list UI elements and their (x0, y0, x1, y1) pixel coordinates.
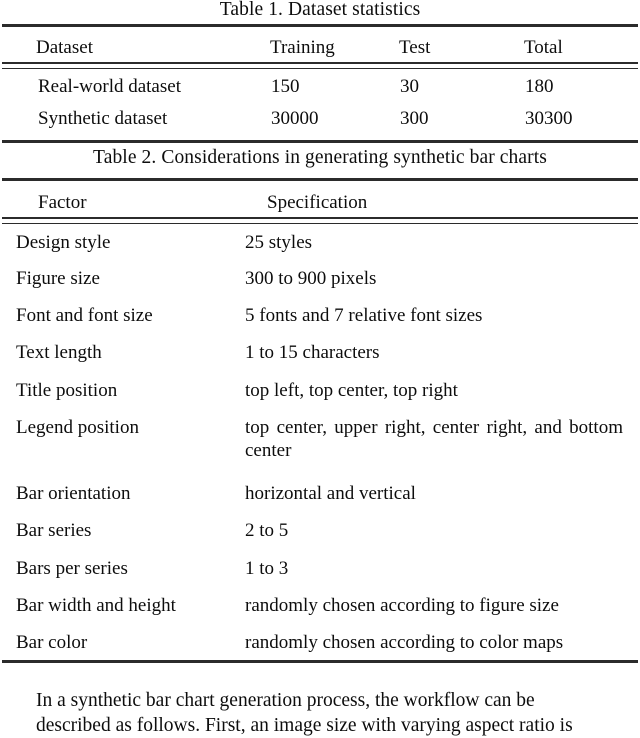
document-page: Table 1. Dataset statistics Dataset Trai… (0, 0, 640, 736)
table1-cell-dataset: Synthetic dataset (38, 108, 168, 129)
table2-cell-factor: Title position (16, 380, 118, 401)
table2-cell-specification: randomly chosen according to color maps (245, 632, 564, 653)
table2-caption: Table 2. Considerations in generating sy… (93, 147, 547, 168)
table2-bottom-rule (2, 660, 638, 663)
table2-cell-specification: 25 styles (245, 232, 313, 253)
table2-cell-factor: Bars per series (16, 558, 128, 579)
table1-header-rule (2, 62, 638, 69)
table2-cell-factor: Bar series (16, 520, 92, 541)
table2-cell-specification: 1 to 3 (245, 558, 289, 579)
table1-cell-total: 30300 (525, 108, 573, 129)
table2-top-rule (2, 178, 638, 181)
table2-cell-specification: 1 to 15 characters (245, 342, 380, 363)
table2-cell-factor: Design style (16, 232, 111, 253)
table2-cell-factor: Figure size (16, 268, 100, 289)
table2-cell-specification: horizontal and vertical (245, 483, 416, 504)
table2-cell-specification: 5 fonts and 7 relative font sizes (245, 305, 483, 326)
body-paragraph-line-2: described as follows. First, an image si… (36, 714, 573, 736)
table2-cell-specification: 2 to 5 (245, 520, 289, 541)
table1-header-dataset: Dataset (36, 37, 93, 58)
table2-cell-specification: 300 to 900 pixels (245, 268, 377, 289)
table1-header-training: Training (270, 37, 335, 58)
table1-header-test: Test (399, 37, 431, 58)
table2-cell-specification: top left, top center, top right (245, 380, 458, 401)
table2-cell-factor: Text length (16, 342, 102, 363)
table1-bottom-rule (2, 140, 638, 143)
table1-cell-dataset: Real-world dataset (38, 76, 181, 97)
table1-cell-training: 150 (271, 76, 300, 97)
table1-caption: Table 1. Dataset statistics (219, 0, 421, 20)
body-paragraph: In a synthetic bar chart generation proc… (6, 688, 634, 738)
table2-cell-specification: randomly chosen according to figure size (245, 595, 559, 616)
table2-cell-specification: top center, upper right, center right, a… (245, 417, 623, 461)
table1-cell-total: 180 (525, 76, 554, 97)
table2-header-rule (2, 217, 638, 224)
table2-cell-factor: Font and font size (16, 305, 153, 326)
table2-cell-factor: Bar color (16, 632, 88, 653)
table2-header-factor: Factor (38, 192, 87, 213)
table1-top-rule (2, 24, 638, 27)
table1-cell-training: 30000 (271, 108, 319, 129)
table1-cell-test: 300 (400, 108, 429, 129)
table2-cell-factor: Legend position (16, 417, 139, 438)
table1-header-total: Total (524, 37, 563, 58)
table1-cell-test: 30 (400, 76, 419, 97)
body-paragraph-line-1: In a synthetic bar chart generation proc… (36, 689, 535, 711)
table2-cell-factor: Bar orientation (16, 483, 131, 504)
table2-header-specification: Specification (267, 192, 368, 213)
table2-cell-factor: Bar width and height (16, 595, 176, 616)
